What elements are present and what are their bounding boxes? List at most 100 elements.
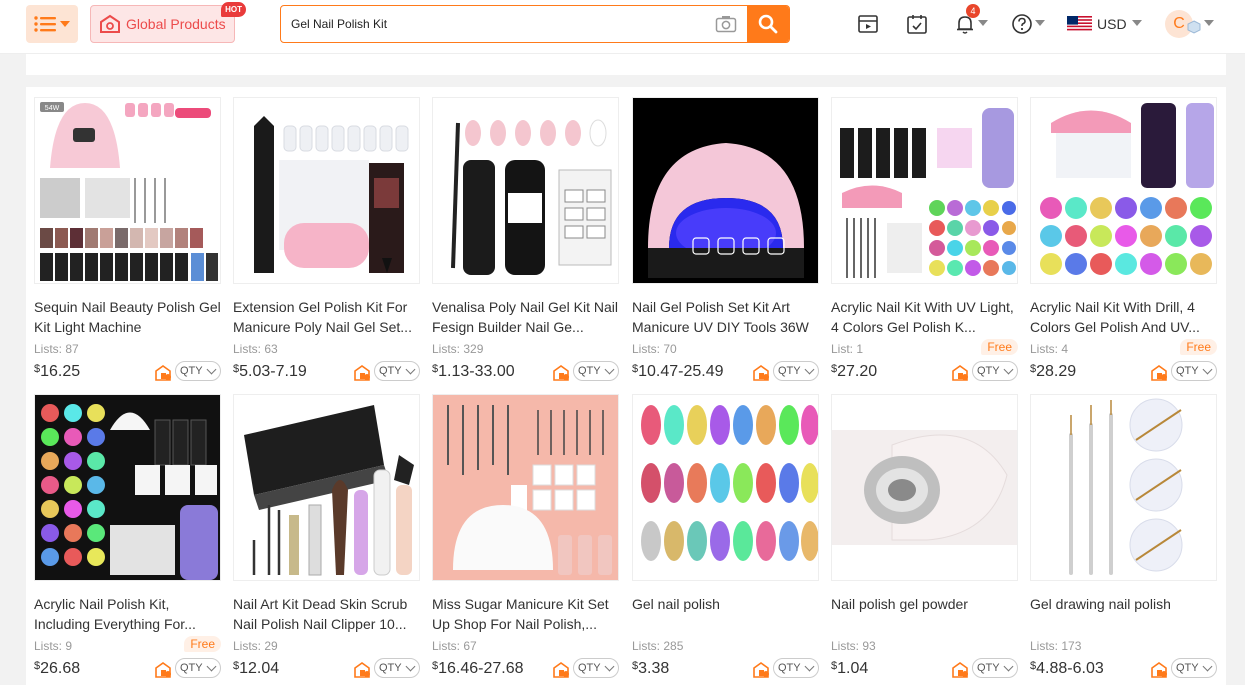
product-card[interactable]: Extension Gel Polish Kit For Manicure Po… [233,97,420,387]
product-title[interactable]: Acrylic Nail Polish Kit, Including Every… [34,594,221,634]
product-image[interactable] [1030,97,1217,284]
qty-label: QTY [379,365,402,377]
qty-label: QTY [578,365,601,377]
product-grid: 54W Sequin Nail Beauty Polish Gel Kit Li… [26,87,1226,685]
lists-value: 9 [65,639,73,653]
product-image[interactable] [432,394,619,581]
menu-button[interactable] [26,5,78,43]
lists-value: 29 [264,639,278,653]
checklist-icon[interactable] [906,13,928,35]
sub-toolbar [26,54,1226,75]
lists-label: List: [831,342,854,356]
product-title[interactable]: Extension Gel Polish Kit For Manicure Po… [233,297,420,337]
product-image[interactable] [233,394,420,581]
product-price: $12.04 [233,660,279,678]
product-image[interactable] [632,394,819,581]
product-title[interactable]: Sequin Nail Beauty Polish Gel Kit Light … [34,297,221,337]
currency-selector[interactable]: USD [1097,16,1127,32]
product-title[interactable]: Nail polish gel powder [831,594,1018,634]
chevron-down-icon [1202,364,1213,374]
qty-selector[interactable]: QTY [573,658,619,678]
shop-icon[interactable] [552,661,570,679]
shop-icon[interactable] [752,364,770,382]
product-title[interactable]: Gel drawing nail polish [1030,594,1217,634]
product-image[interactable] [233,97,420,284]
chevron-down-icon[interactable] [1204,20,1214,26]
shop-icon[interactable] [1150,661,1168,679]
shop-icon[interactable] [154,364,172,382]
product-image[interactable] [34,394,221,581]
product-image[interactable] [1030,394,1217,581]
product-title[interactable]: Gel nail polish [632,594,819,634]
lists-label: Lists: [831,639,860,653]
product-title[interactable]: Miss Sugar Manicure Kit Set Up Shop For … [432,594,619,634]
qty-selector[interactable]: QTY [972,658,1018,678]
qty-selector[interactable]: QTY [773,658,819,678]
shop-icon[interactable] [951,364,969,382]
shop-icon[interactable] [752,661,770,679]
product-card[interactable]: Gel nail polish Lists: 285 $3.38 QTY [632,394,819,684]
qty-label: QTY [977,365,1000,377]
product-card[interactable]: Nail Art Kit Dead Skin Scrub Nail Polish… [233,394,420,684]
chevron-down-icon[interactable] [1035,20,1045,26]
lists-value: 4 [1061,342,1069,356]
chevron-down-icon [1202,661,1213,671]
help-icon[interactable] [1011,13,1033,35]
shop-icon[interactable] [1150,364,1168,382]
qty-selector[interactable]: QTY [573,361,619,381]
product-title[interactable]: Nail Art Kit Dead Skin Scrub Nail Polish… [233,594,420,634]
product-title[interactable]: Acrylic Nail Kit With UV Light, 4 Colors… [831,297,1018,337]
product-card[interactable]: 54W Sequin Nail Beauty Polish Gel Kit Li… [34,97,221,387]
product-image[interactable] [632,97,819,284]
lists-label: Lists: [632,639,661,653]
product-title[interactable]: Acrylic Nail Kit With Drill, 4 Colors Ge… [1030,297,1217,337]
chevron-down-icon[interactable] [1132,20,1142,26]
us-flag-icon[interactable] [1067,16,1092,32]
qty-selector[interactable]: QTY [374,658,420,678]
qty-selector[interactable]: QTY [972,361,1018,381]
qty-label: QTY [1176,662,1199,674]
product-image[interactable]: 54W [34,97,221,284]
camera-icon[interactable] [715,14,737,34]
product-image[interactable] [831,97,1018,284]
product-card[interactable]: Miss Sugar Manicure Kit Set Up Shop For … [432,394,619,684]
qty-selector[interactable]: QTY [773,361,819,381]
cube-icon [1187,20,1201,34]
qty-selector[interactable]: QTY [175,658,221,678]
free-shipping-badge: Free [1180,339,1217,355]
lists-count: Lists: 70 [632,342,677,356]
shop-icon[interactable] [154,661,172,679]
global-products-label: Global Products [126,16,226,32]
qty-selector[interactable]: QTY [1171,361,1217,381]
lists-count: Lists: 93 [831,639,876,653]
qty-selector[interactable]: QTY [374,361,420,381]
shop-icon[interactable] [951,661,969,679]
product-card[interactable]: Acrylic Nail Kit With Drill, 4 Colors Ge… [1030,97,1217,387]
product-card[interactable]: Venalisa Poly Nail Gel Kit Nail Fesign B… [432,97,619,387]
qty-label: QTY [180,365,203,377]
shop-icon[interactable] [353,364,371,382]
product-card[interactable]: Nail Gel Polish Set Kit Art Manicure UV … [632,97,819,387]
shop-icon[interactable] [552,364,570,382]
search-button[interactable] [747,6,789,42]
product-card[interactable]: Acrylic Nail Kit With UV Light, 4 Colors… [831,97,1018,387]
product-image[interactable] [432,97,619,284]
search-input[interactable] [281,6,711,42]
product-card[interactable]: Nail polish gel powder Lists: 93 $1.04 Q… [831,394,1018,684]
lists-label: Lists: [34,342,63,356]
global-products-button[interactable]: Global Products HOT [90,2,246,43]
chevron-down-icon [206,364,217,374]
product-card[interactable]: Acrylic Nail Polish Kit, Including Every… [34,394,221,684]
qty-label: QTY [778,662,801,674]
product-card[interactable]: Gel drawing nail polish Lists: 173 $4.88… [1030,394,1217,684]
qty-selector[interactable]: QTY [1171,658,1217,678]
shop-icon[interactable] [353,661,371,679]
lists-label: Lists: [233,639,262,653]
chevron-down-icon[interactable] [978,20,988,26]
product-image[interactable] [831,394,1018,581]
lists-value: 87 [65,342,79,356]
qty-selector[interactable]: QTY [175,361,221,381]
product-title[interactable]: Venalisa Poly Nail Gel Kit Nail Fesign B… [432,297,619,337]
product-title[interactable]: Nail Gel Polish Set Kit Art Manicure UV … [632,297,819,337]
video-icon[interactable] [857,13,879,35]
